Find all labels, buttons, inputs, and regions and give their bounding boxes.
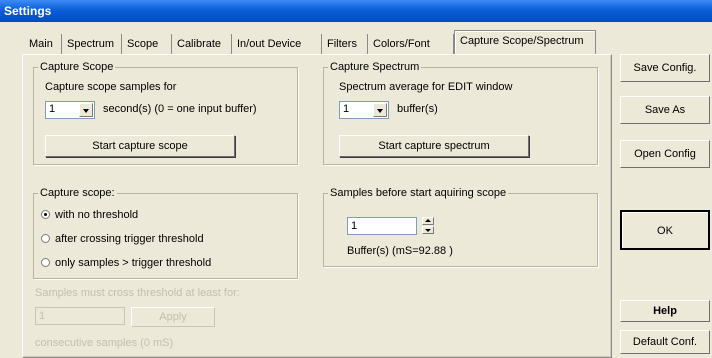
capture-scope-legend: Capture Scope xyxy=(40,61,114,73)
ok-button[interactable]: OK xyxy=(620,210,710,250)
samples-before-input[interactable]: 1 xyxy=(347,217,417,235)
radio-no-threshold[interactable]: with no threshold xyxy=(41,209,138,223)
radio-only-samples-label: only samples > trigger threshold xyxy=(55,257,212,269)
tab-panel: Capture Scope Capture scope samples for … xyxy=(22,54,612,358)
tab-colors-font[interactable]: Colors/Font xyxy=(368,34,454,54)
chevron-down-icon[interactable] xyxy=(373,103,387,117)
tab-spectrum[interactable]: Spectrum xyxy=(62,34,122,54)
tab-capture-scope-spectrum[interactable]: Capture Scope/Spectrum xyxy=(454,30,596,55)
spectrum-average-combo[interactable]: 1 xyxy=(339,101,389,119)
window-title: Settings xyxy=(4,4,52,18)
cross-threshold-label: Samples must cross threshold at least fo… xyxy=(35,287,240,299)
save-config-button[interactable]: Save Config. xyxy=(620,54,710,82)
spin-down-icon[interactable] xyxy=(422,226,434,234)
chevron-down-icon[interactable] xyxy=(79,103,93,117)
radio-after-crossing-label: after crossing trigger threshold xyxy=(55,233,204,245)
radio-dot-icon xyxy=(41,234,50,243)
capture-scope-prompt: Capture scope samples for xyxy=(45,81,177,93)
capture-spectrum-legend: Capture Spectrum xyxy=(330,61,420,73)
capture-scope-seconds-combo[interactable]: 1 xyxy=(45,101,95,119)
radio-dot-icon xyxy=(41,258,50,267)
spin-up-icon[interactable] xyxy=(422,217,434,225)
samples-before-info: Buffer(s) (mS=92.88 ) xyxy=(347,245,453,257)
tab-main[interactable]: Main xyxy=(24,34,62,54)
help-button[interactable]: Help xyxy=(620,300,710,322)
window-title-bar: Settings xyxy=(0,0,712,22)
capture-spectrum-prompt: Spectrum average for EDIT window xyxy=(339,81,513,93)
capture-spectrum-unit-label: buffer(s) xyxy=(397,103,438,115)
default-conf-button[interactable]: Default Conf. xyxy=(620,330,710,354)
save-as-button[interactable]: Save As xyxy=(620,96,710,124)
open-config-button[interactable]: Open Config xyxy=(620,140,710,168)
threshold-radio-group: with no threshold after crossing trigger… xyxy=(33,187,298,279)
tab-calibrate[interactable]: Calibrate xyxy=(172,34,232,54)
radio-dot-icon xyxy=(41,210,50,219)
start-capture-spectrum-button[interactable]: Start capture spectrum xyxy=(339,135,529,157)
consecutive-samples-note: consecutive samples (0 mS) xyxy=(35,337,174,349)
tab-in-out-device[interactable]: In/out Device xyxy=(232,34,322,54)
spectrum-average-value: 1 xyxy=(343,103,350,115)
start-capture-scope-button[interactable]: Start capture scope xyxy=(45,135,235,157)
capture-scope-seconds-value: 1 xyxy=(49,103,56,115)
cross-threshold-input[interactable]: 1 xyxy=(35,307,125,325)
tab-scope[interactable]: Scope xyxy=(122,34,172,54)
tab-filters[interactable]: Filters xyxy=(322,34,368,54)
radio-after-crossing-threshold[interactable]: after crossing trigger threshold xyxy=(41,233,204,247)
radio-only-samples-above-threshold[interactable]: only samples > trigger threshold xyxy=(41,257,211,271)
capture-scope-unit-label: second(s) (0 = one input buffer) xyxy=(103,103,257,115)
samples-before-legend: Samples before start aquiring scope xyxy=(330,187,507,199)
apply-button[interactable]: Apply xyxy=(131,307,215,327)
radio-no-threshold-label: with no threshold xyxy=(55,209,139,221)
